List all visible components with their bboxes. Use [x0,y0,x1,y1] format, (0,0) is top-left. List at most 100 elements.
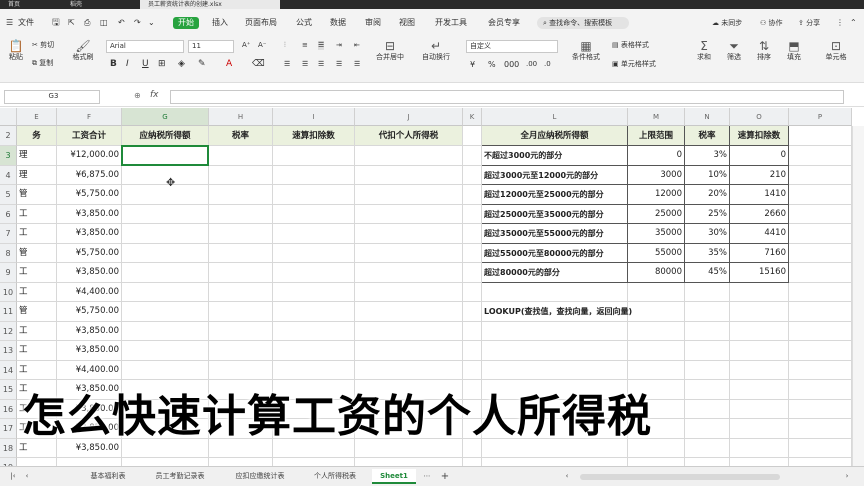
grid-cell[interactable] [463,360,482,380]
grid-cell[interactable] [273,302,355,322]
grid-cell[interactable] [789,360,852,380]
menu-formula[interactable]: 公式 [296,17,312,29]
grid-cell[interactable] [685,458,730,466]
grid-cell[interactable] [209,341,273,361]
row-header[interactable]: 19 [0,458,17,466]
grid-cell[interactable] [789,419,852,439]
dept-cell[interactable]: 工 [17,321,57,341]
salary-cell[interactable]: ¥6,875.00 [57,165,122,185]
grid-cell[interactable] [463,204,482,224]
sheet-tab-1[interactable]: 基本福利表 [80,469,136,484]
fill-color-icon[interactable]: ◈ [178,60,185,69]
font-name-select[interactable]: Arial [106,40,184,53]
collapse-ribbon-icon[interactable]: ⌃ [850,17,857,29]
grid-cell[interactable] [789,399,852,419]
menu-member[interactable]: 会员专享 [488,17,520,29]
row-header[interactable]: 11 [0,302,17,322]
cond-format-button[interactable]: ▦ 条件格式 [566,39,606,62]
increase-decimal-icon[interactable]: .00 [526,60,537,69]
grid-cell[interactable] [273,224,355,244]
grid-cell[interactable] [730,341,789,361]
grid-cell[interactable] [789,302,852,322]
indent-icon[interactable]: ⇥ [336,41,342,50]
grid-cell[interactable] [685,341,730,361]
grid-cell[interactable] [463,243,482,263]
lookup-note[interactable]: LOOKUP(查找值，查找向量，返回向量) [482,302,742,322]
print-icon[interactable]: ⎙ [84,17,90,29]
justify-icon[interactable]: ☰ [336,60,342,69]
grid-cell[interactable] [355,302,463,322]
dept-cell[interactable]: 工 [17,282,57,302]
grid-cell[interactable] [209,263,273,283]
grid-cell[interactable] [789,146,852,166]
grid-cell[interactable] [209,204,273,224]
col-header-n[interactable]: N [685,108,730,126]
grid-cell[interactable] [273,282,355,302]
preview-icon[interactable]: ◫ [100,17,108,29]
tax-value-cell[interactable]: 210 [730,165,789,185]
grid-cell[interactable] [789,243,852,263]
grid-cell[interactable] [209,165,273,185]
tax-header-cell[interactable]: 速算扣除数 [730,126,789,146]
main-header-cell[interactable]: 务 [17,126,57,146]
dept-cell[interactable]: 管 [17,302,57,322]
grid-cell[interactable] [730,360,789,380]
grid-cell[interactable] [628,341,685,361]
col-header-l[interactable]: L [482,108,628,126]
tax-value-cell[interactable]: 1410 [730,185,789,205]
name-box[interactable]: G3 [4,90,100,104]
grid-cell[interactable] [685,438,730,458]
grid-cell[interactable] [355,263,463,283]
tax-value-cell[interactable]: 12000 [628,185,685,205]
grid-cell[interactable] [273,146,355,166]
col-header-k[interactable]: K [463,108,482,126]
auto-wrap-button[interactable]: ↵ 自动换行 [418,39,454,62]
number-format-select[interactable]: 自定义 [466,40,558,53]
grid-cell[interactable] [209,146,273,166]
salary-cell[interactable]: ¥5,750.00 [57,243,122,263]
tax-header-cell[interactable]: 上限范围 [628,126,685,146]
col-header-e[interactable]: E [17,108,57,126]
row-header[interactable]: 10 [0,282,17,302]
grid-cell[interactable] [273,360,355,380]
dept-cell[interactable]: 工 [17,341,57,361]
tax-bracket-cell[interactable]: 超过55000元至80000元的部分 [482,243,628,263]
currency-icon[interactable]: ¥ [470,60,475,69]
sum-button[interactable]: Σ 求和 [692,39,716,62]
row-header[interactable]: 5 [0,185,17,205]
dept-cell[interactable]: 工 [17,360,57,380]
grid-cell[interactable] [685,360,730,380]
grid-cell[interactable] [273,185,355,205]
row-header[interactable]: 6 [0,204,17,224]
grid-cell[interactable] [789,380,852,400]
grid-cell[interactable] [789,341,852,361]
tax-bracket-cell[interactable]: 超过25000元至35000元的部分 [482,204,628,224]
tax-value-cell[interactable]: 25000 [628,204,685,224]
format-painter-button[interactable]: 🖌 格式刷 [70,39,96,62]
scroll-right-icon[interactable]: › [840,469,854,484]
tax-value-cell[interactable]: 0 [730,146,789,166]
formula-input[interactable] [170,90,844,104]
grid-cell[interactable] [463,126,482,146]
row-header[interactable]: 18 [0,438,17,458]
save-icon[interactable]: 🖫 [52,17,60,29]
more-sheets-icon[interactable]: ⋯ [420,469,434,484]
salary-cell[interactable]: ¥12,000.00 [57,146,122,166]
align-left-icon[interactable]: ☰ [284,60,290,69]
grid-cell[interactable] [730,321,789,341]
scroll-left-icon[interactable]: ‹ [560,469,574,484]
grid-cell[interactable] [685,380,730,400]
grid-cell[interactable] [273,204,355,224]
salary-cell[interactable]: ¥4,400.00 [57,282,122,302]
menu-icon[interactable]: ☰ [6,17,13,29]
grid-cell[interactable] [122,360,209,380]
grid-cell[interactable] [355,204,463,224]
sheet-tab-2[interactable]: 员工考勤记录表 [144,469,216,484]
salary-cell[interactable]: ¥4,400.00 [57,360,122,380]
main-header-cell[interactable]: 工资合计 [57,126,122,146]
dept-cell[interactable]: 工 [17,224,57,244]
undo-icon[interactable]: ↶ [118,17,125,29]
grid-cell[interactable] [273,341,355,361]
font-grow-icon[interactable]: A⁺ [242,41,250,50]
salary-cell[interactable]: ¥5,750.00 [57,302,122,322]
